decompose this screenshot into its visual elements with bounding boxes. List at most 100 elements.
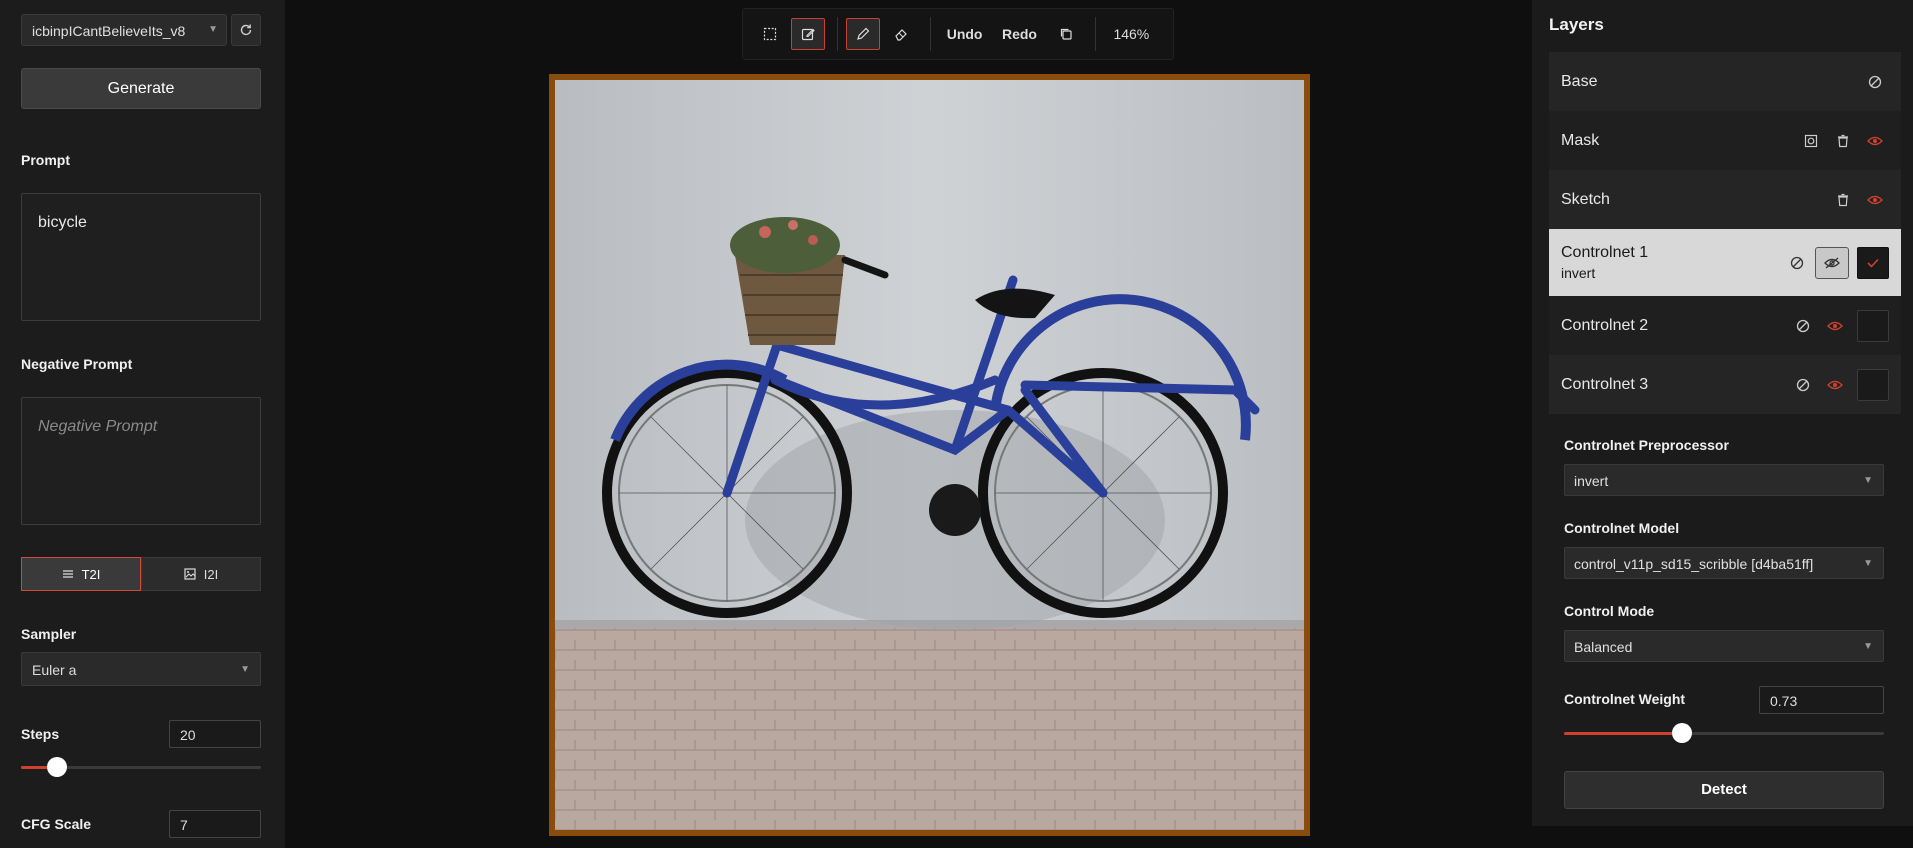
mode-t2i-label: T2I [81,566,101,582]
layer-base[interactable]: Base [1549,52,1901,111]
image-icon [184,568,196,580]
layer-color-swatch[interactable] [1857,309,1889,342]
eye-icon[interactable] [1821,312,1849,340]
layer-controlnet-3[interactable]: Controlnet 3 [1549,355,1901,414]
refresh-icon [240,24,252,36]
bicycle-image [555,80,1304,830]
prompt-label: Prompt [21,152,70,168]
model-row: icbinpICantBelieveIts_v8 ▼ [21,14,261,46]
controlnet-weight-slider[interactable] [1564,723,1884,743]
control-mode-value: Balanced [1574,639,1633,655]
layer-name: Base [1561,72,1598,90]
app: icbinpICantBelieveIts_v8 ▼ Generate Prom… [0,0,1913,848]
controlnet-model-select[interactable]: control_v11p_sd15_scribble [d4ba51ff] ▼ [1564,547,1884,579]
disable-icon[interactable] [1789,312,1817,340]
layer-list: Base Mask Sketch Controlnet 1 invert Con… [1549,52,1901,414]
disable-icon[interactable] [1789,371,1817,399]
layer-name: Controlnet 1 [1561,244,1649,261]
layer-mask[interactable]: Mask [1549,111,1901,170]
cfg-scale-input[interactable]: 7 [169,810,261,838]
negative-prompt-input[interactable]: Negative Prompt [21,397,261,525]
controlnet-model-value: control_v11p_sd15_scribble [d4ba51ff] [1574,556,1814,572]
control-mode-label: Control Mode [1564,603,1655,619]
generate-button[interactable]: Generate [21,68,261,109]
layer-color-swatch[interactable] [1857,368,1889,401]
detect-button[interactable]: Detect [1564,771,1884,809]
controlnet-model-label: Controlnet Model [1564,520,1680,536]
edit-square-icon [801,28,815,41]
undo-button[interactable]: Undo [939,18,990,50]
sampler-value: Euler a [32,662,77,678]
chevron-down-icon: ▼ [208,24,218,35]
steps-label: Steps [21,726,60,742]
eraser-tool-button[interactable] [884,18,918,50]
redo-button[interactable]: Redo [994,18,1045,50]
mask-icon[interactable] [1797,127,1825,155]
model-select[interactable]: icbinpICantBelieveIts_v8 ▼ [21,14,227,46]
right-panel: Layers Base Mask Sketch Controlnet 1 inv… [1532,0,1913,826]
trash-icon[interactable] [1829,186,1857,214]
negative-prompt-label: Negative Prompt [21,356,133,372]
chevron-down-icon: ▼ [1863,475,1873,486]
eye-icon[interactable] [1861,186,1889,214]
eraser-icon [895,29,907,41]
chevron-down-icon: ▼ [1863,558,1873,569]
eye-off-icon[interactable] [1815,246,1849,279]
controlnet-preprocessor-label: Controlnet Preprocessor [1564,437,1729,453]
brush-tool-button[interactable] [845,18,880,50]
toolbar-divider [929,17,931,51]
chevron-down-icon: ▼ [240,664,250,675]
layer-controlnet-2[interactable]: Controlnet 2 [1549,296,1901,355]
layer-sketch[interactable]: Sketch [1549,170,1901,229]
model-select-value: icbinpICantBelieveIts_v8 [32,23,186,39]
toolbar-divider [1094,17,1096,51]
mode-t2i-button[interactable]: T2I [21,557,141,591]
disable-icon[interactable] [1861,68,1889,96]
select-tool-button[interactable] [753,18,787,50]
layer-name: Mask [1561,131,1600,149]
sampler-label: Sampler [21,626,77,642]
prompt-input[interactable]: bicycle [21,193,261,321]
refresh-models-button[interactable] [231,14,261,46]
controlnet-weight-slider-fill [1564,732,1683,735]
mode-i2i-label: I2I [203,566,219,582]
left-panel: icbinpICantBelieveIts_v8 ▼ Generate Prom… [0,0,285,848]
layer-name-block: Controlnet 1 invert [1561,244,1783,281]
pencil-icon [857,27,870,40]
canvas-image[interactable] [549,74,1310,836]
cfg-scale-label: CFG Scale [21,816,92,832]
layer-name: Controlnet 2 [1561,316,1649,334]
steps-slider-thumb[interactable] [47,757,67,777]
controlnet-preprocessor-value: invert [1574,473,1609,489]
zoom-level[interactable]: 146% [1104,18,1159,50]
controlnet-weight-input[interactable]: 0.73 [1759,686,1884,714]
layer-name: Controlnet 3 [1561,375,1649,393]
controlnet-weight-slider-thumb[interactable] [1672,723,1693,743]
steps-input[interactable]: 20 [169,720,261,748]
trash-icon[interactable] [1829,127,1857,155]
generation-mode-toggle: T2I I2I [21,557,261,591]
steps-slider[interactable] [21,757,261,777]
sampler-select[interactable]: Euler a ▼ [21,652,261,686]
disable-icon[interactable] [1783,249,1811,277]
layer-subtitle: invert [1561,265,1596,281]
layer-name: Sketch [1561,190,1610,208]
copy-icon [1060,28,1072,40]
copy-button[interactable] [1049,18,1083,50]
layers-title: Layers [1549,15,1604,34]
controlnet-preprocessor-select[interactable]: invert ▼ [1564,464,1884,496]
layer-controlnet-1[interactable]: Controlnet 1 invert [1549,229,1901,296]
control-mode-select[interactable]: Balanced ▼ [1564,630,1884,662]
eye-icon[interactable] [1861,127,1889,155]
edit-tool-button[interactable] [791,18,825,50]
mode-i2i-button[interactable]: I2I [141,557,261,591]
list-icon [62,570,73,578]
selection-icon [763,27,777,41]
check-icon [1867,258,1879,268]
chevron-down-icon: ▼ [1863,641,1873,652]
layer-color-swatch[interactable] [1857,246,1889,279]
toolbar-divider [837,17,838,51]
eye-icon[interactable] [1821,371,1849,399]
controlnet-weight-label: Controlnet Weight [1564,691,1686,707]
canvas-toolbar: Undo Redo 146% [742,8,1174,60]
